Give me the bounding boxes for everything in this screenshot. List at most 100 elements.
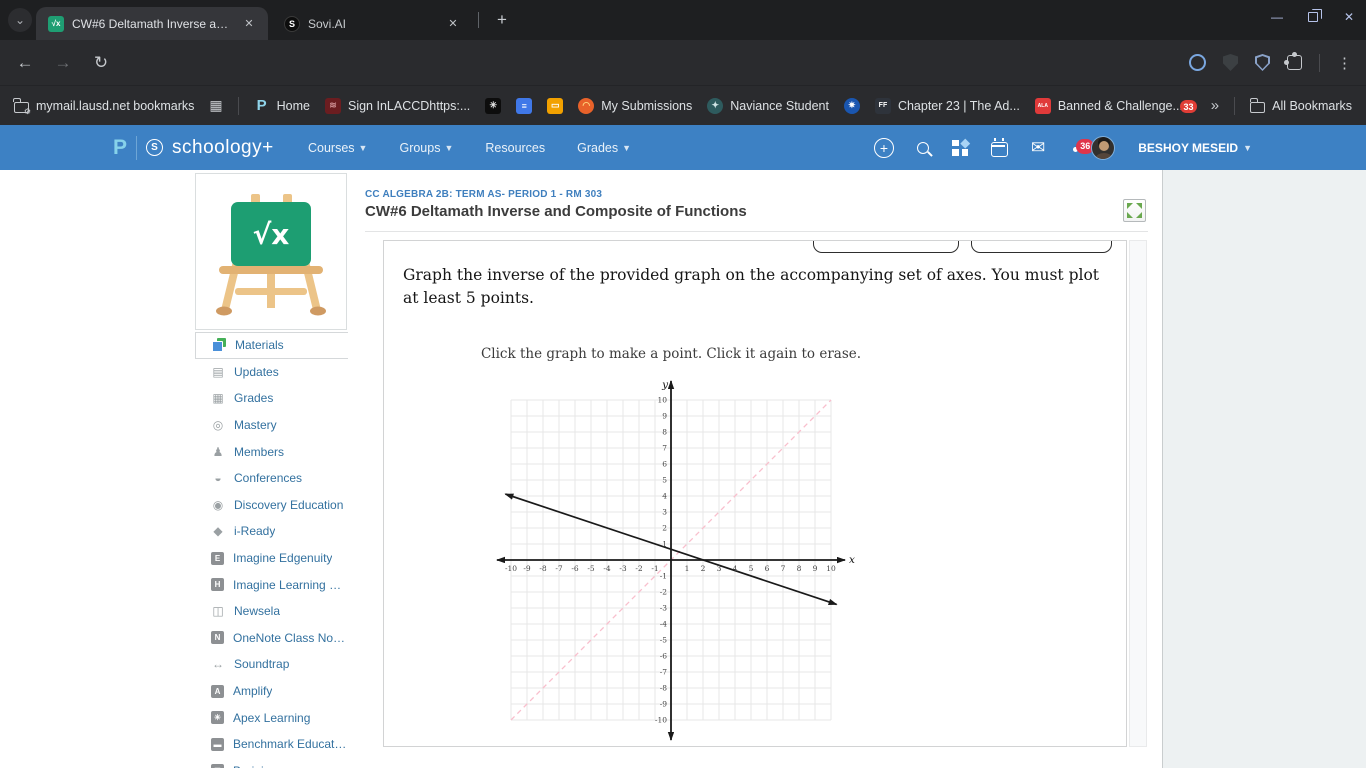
sidebar-item-apex-learning[interactable]: ✳Apex Learning — [195, 704, 348, 731]
bookmark-item[interactable]: ▭ — [547, 98, 563, 114]
new-tab-button[interactable]: + — [490, 8, 514, 32]
svg-text:-9: -9 — [523, 564, 531, 573]
user-menu[interactable]: BESHOY MESEID▼ — [1138, 141, 1252, 155]
answer-button-partial[interactable] — [813, 240, 959, 253]
svg-text:4: 4 — [733, 564, 738, 573]
sidebar-item-i-ready[interactable]: ◆i-Ready — [195, 518, 348, 545]
extension-circle-icon[interactable] — [1189, 54, 1206, 71]
sidebar-item-discovery-education[interactable]: ◉Discovery Education — [195, 492, 348, 519]
sidebar-item-label: Amplify — [233, 684, 272, 698]
bookmark-item[interactable]: ✦Naviance Student — [707, 98, 829, 114]
newsela-icon: ◫ — [211, 604, 225, 618]
sidebar-item-label: Members — [234, 445, 284, 459]
bookmark-item[interactable]: ALABanned & Challenge... — [1035, 98, 1183, 114]
svg-text:6: 6 — [765, 564, 770, 573]
sidebar-item-brainingcamp[interactable]: ⊞Brainingcamp — [195, 758, 348, 768]
bookmark-item[interactable]: All Bookmarks — [1250, 99, 1352, 113]
minimize-button[interactable]: — — [1266, 6, 1288, 28]
tab-sovi[interactable]: S Sovi.AI ✕ — [272, 7, 472, 40]
x-axis-label: x — [849, 554, 855, 566]
sidebar-item-grades[interactable]: ▦Grades — [195, 385, 348, 412]
close-tab-icon[interactable]: ✕ — [240, 15, 258, 33]
schoology-s-icon: S — [146, 139, 163, 156]
schoology-brand[interactable]: P S schoology+ — [113, 125, 274, 170]
bookmark-item[interactable]: ≋Sign InLACCDhttps:... — [325, 98, 470, 114]
apps-grid-icon[interactable] — [952, 140, 968, 156]
bookmark-item[interactable]: ✷ — [844, 98, 860, 114]
bookmark-item[interactable]: FFChapter 23 | The Ad... — [875, 98, 1020, 114]
sidebar-item-amplify[interactable]: AAmplify — [195, 678, 348, 705]
answer-button-partial[interactable] — [971, 240, 1112, 253]
apps-grid-bookmark-icon[interactable]: ▦ — [209, 97, 222, 114]
browser-menu-icon[interactable]: ⋮ — [1337, 54, 1352, 72]
messages-icon[interactable]: ✉ — [1031, 138, 1045, 158]
sidebar-item-materials[interactable]: Materials — [195, 332, 348, 359]
tab-search-icon[interactable]: ⌄ — [8, 8, 32, 32]
close-tab-icon[interactable]: ✕ — [444, 15, 462, 33]
bookmark-item[interactable]: PHome — [254, 98, 310, 114]
sidebar-item-newsela[interactable]: ◫ Newsela — [195, 598, 348, 625]
adblock-shield-icon[interactable] — [1223, 54, 1238, 71]
sidebar-item-onenote-class-notebook[interactable]: NOneNote Class Notebook — [195, 625, 348, 652]
fullscreen-button[interactable] — [1123, 199, 1146, 222]
tab-title: CW#6 Deltamath Inverse and C — [72, 17, 232, 31]
nav-grades[interactable]: Grades▼ — [577, 141, 631, 155]
powerschool-logo-icon[interactable]: P — [113, 136, 127, 160]
svg-text:-4: -4 — [660, 620, 668, 629]
svg-text:-4: -4 — [603, 564, 611, 573]
course-easel-image: √x — [211, 186, 331, 318]
reload-button[interactable]: ↻ — [86, 40, 116, 85]
bookmarks-overflow-icon[interactable]: » — [1211, 97, 1219, 114]
privacy-shield-icon[interactable] — [1255, 54, 1270, 71]
forward-button[interactable]: → — [48, 40, 78, 85]
svg-text:5: 5 — [662, 476, 667, 485]
sidebar-item-soundtrap[interactable]: ↔Soundtrap — [195, 651, 348, 678]
bookmarks-separator — [1234, 97, 1235, 115]
sidebar-item-updates[interactable]: ▤Updates — [195, 359, 348, 386]
sidebar-item-label: Conferences — [234, 471, 302, 485]
bookmark-item[interactable]: ≡ — [516, 98, 532, 114]
add-icon[interactable]: + — [874, 138, 894, 158]
sidebar-item-label: Benchmark Education C... — [233, 737, 348, 751]
svg-text:9: 9 — [813, 564, 818, 573]
expand-arrows-icon — [1127, 203, 1142, 218]
back-button[interactable]: ← — [10, 40, 40, 85]
svg-text:-3: -3 — [619, 564, 627, 573]
sidebar-item-benchmark-education-c[interactable]: ▬Benchmark Education C... — [195, 731, 348, 758]
graph-canvas[interactable]: -10-10-9-9-8-8-7-7-6-6-5-5-4-4-3-3-2-2-1… — [487, 374, 863, 747]
sidebar-item-members[interactable]: ♟Members — [195, 438, 348, 465]
frame-scrollbar[interactable] — [1129, 240, 1147, 747]
close-window-button[interactable]: ✕ — [1338, 6, 1360, 28]
sidebar-item-label: OneNote Class Notebook — [233, 631, 348, 645]
calendar-icon[interactable] — [991, 142, 1008, 157]
sidebar-item-imagine-edgenuity[interactable]: EImagine Edgenuity — [195, 545, 348, 572]
user-avatar[interactable] — [1091, 136, 1115, 160]
bookmark-label: Banned & Challenge... — [1058, 99, 1183, 113]
materials-icon — [212, 338, 226, 352]
svg-text:3: 3 — [717, 564, 722, 573]
svg-text:1: 1 — [685, 564, 690, 573]
svg-text:-7: -7 — [660, 668, 668, 677]
bookmark-item[interactable]: ◠My Submissions — [578, 98, 692, 114]
extensions-puzzle-icon[interactable] — [1287, 55, 1302, 70]
sidebar-item-imagine-learning-virtual[interactable]: HImagine Learning Virtual... — [195, 571, 348, 598]
sidebar-item-conferences[interactable]: ◒Conferences — [195, 465, 348, 492]
my-submissions-flame-icon: ◠ — [578, 98, 594, 114]
restore-button[interactable] — [1302, 6, 1324, 28]
tab-deltamath[interactable]: √x CW#6 Deltamath Inverse and C ✕ — [36, 7, 268, 40]
nav-groups[interactable]: Groups▼ — [399, 141, 453, 155]
apps-grid-bookmark-icon: ▦ — [209, 97, 222, 114]
brainingcamp-icon: ⊞ — [211, 764, 224, 768]
svg-text:10: 10 — [657, 396, 667, 405]
nav-courses[interactable]: Courses▼ — [308, 141, 367, 155]
sidebar-item-mastery[interactable]: ◎Mastery — [195, 412, 348, 439]
bookmark-item[interactable]: ✳ — [485, 98, 501, 114]
search-icon[interactable] — [917, 142, 929, 154]
sidebar-item-label: Newsela — [234, 604, 280, 618]
nav-resources[interactable]: Resources — [485, 141, 545, 155]
breadcrumb[interactable]: CC ALGEBRA 2B: TERM AS- PERIOD 1 - RM 30… — [365, 189, 602, 200]
updates-icon: ▤ — [211, 365, 225, 379]
course-image-card[interactable]: √x — [195, 173, 347, 330]
bookmark-item[interactable]: mymail.lausd.net bookmarks — [14, 99, 194, 113]
svg-text:7: 7 — [662, 444, 667, 453]
